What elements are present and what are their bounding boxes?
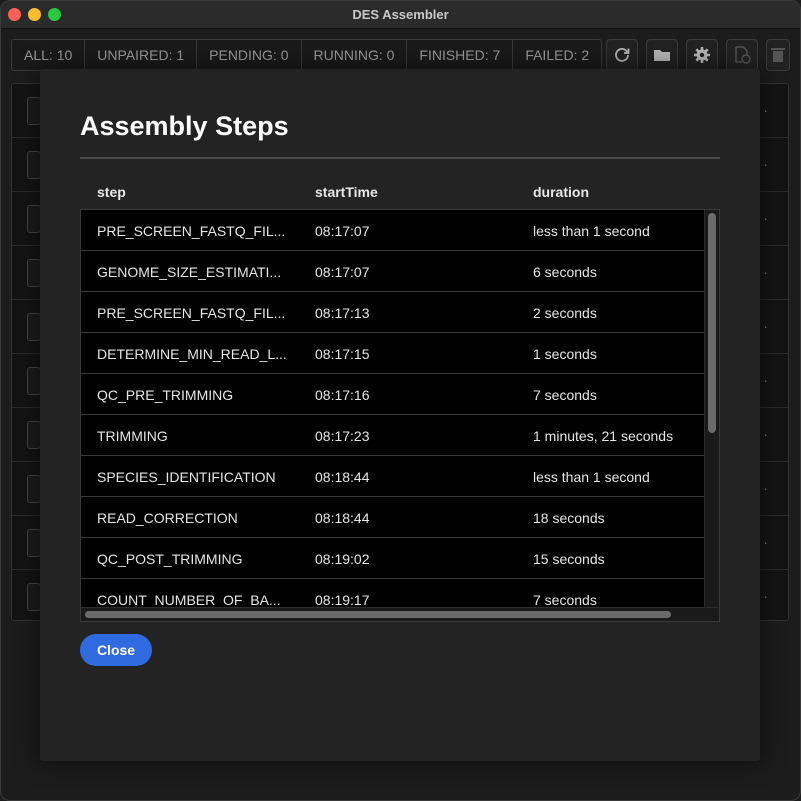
cell-duration: less than 1 second xyxy=(533,223,650,239)
folder-icon xyxy=(654,50,670,61)
cell-step: SPECIES_IDENTIFICATION xyxy=(97,469,276,485)
more-icon[interactable]: · xyxy=(763,264,768,280)
cell-step: COUNT_NUMBER_OF_BA... xyxy=(97,592,281,608)
cell-step: QC_PRE_TRIMMING xyxy=(97,387,234,403)
status-filter-bar: ALL: 10 UNPAIRED: 1 PENDING: 0 RUNNING: … xyxy=(11,39,603,71)
row-checkbox[interactable] xyxy=(27,205,41,233)
cell-step: DETERMINE_MIN_READ_L... xyxy=(97,346,287,362)
table-row[interactable]: PRE_SCREEN_FASTQ_FIL... 08:17:13 2 secon… xyxy=(81,292,704,333)
refresh-icon xyxy=(615,48,630,62)
assembly-steps-dialog: Assembly Steps step startTime duration P… xyxy=(40,69,760,761)
more-icon[interactable]: · xyxy=(763,372,768,388)
cell-start-time: 08:17:16 xyxy=(315,387,370,403)
cell-duration: 15 seconds xyxy=(533,551,605,567)
row-checkbox[interactable] xyxy=(27,151,41,179)
column-header-duration[interactable]: duration xyxy=(533,184,589,200)
steps-table: PRE_SCREEN_FASTQ_FIL... 08:17:07 less th… xyxy=(80,209,720,622)
row-checkbox[interactable] xyxy=(27,313,41,341)
app-window: DES Assembler ALL: 10 UNPAIRED: 1 PENDIN… xyxy=(0,0,801,801)
more-icon[interactable]: · xyxy=(763,534,768,550)
dialog-title: Assembly Steps xyxy=(80,111,289,141)
row-checkbox[interactable] xyxy=(27,421,41,449)
cell-step: PRE_SCREEN_FASTQ_FIL... xyxy=(97,223,286,239)
more-icon[interactable]: · xyxy=(763,318,768,334)
filter-finished[interactable]: FINISHED: 7 xyxy=(407,40,514,70)
filter-all[interactable]: ALL: 10 xyxy=(12,40,86,70)
vertical-scrollbar[interactable] xyxy=(704,210,719,607)
cell-start-time: 08:17:07 xyxy=(315,223,370,239)
table-row[interactable]: PRE_SCREEN_FASTQ_FIL... 08:17:07 less th… xyxy=(81,210,704,251)
row-checkbox[interactable] xyxy=(27,367,41,395)
more-icon[interactable]: · xyxy=(763,210,768,226)
more-icon[interactable]: · xyxy=(763,588,768,604)
title-bar: DES Assembler xyxy=(1,1,800,29)
window-title: DES Assembler xyxy=(352,7,449,22)
cell-duration: 7 seconds xyxy=(533,387,597,403)
cell-duration: 18 seconds xyxy=(533,510,605,526)
delete-button[interactable] xyxy=(766,39,790,71)
table-row[interactable]: READ_CORRECTION 08:18:44 18 seconds xyxy=(81,497,704,538)
cell-duration: less than 1 second xyxy=(533,469,650,485)
table-row[interactable]: DETERMINE_MIN_READ_L... 08:17:15 1 secon… xyxy=(81,333,704,374)
trash-icon xyxy=(771,48,785,62)
cell-start-time: 08:17:23 xyxy=(315,428,370,444)
more-icon[interactable]: · xyxy=(763,102,768,118)
cell-start-time: 08:17:13 xyxy=(315,305,370,321)
cell-duration: 1 seconds xyxy=(533,346,597,362)
table-row[interactable]: SPECIES_IDENTIFICATION 08:18:44 less tha… xyxy=(81,456,704,497)
cell-step: TRIMMING xyxy=(97,428,168,444)
cell-duration: 2 seconds xyxy=(533,305,597,321)
table-row[interactable]: GENOME_SIZE_ESTIMATI... 08:17:07 6 secon… xyxy=(81,251,704,292)
cell-start-time: 08:19:17 xyxy=(315,592,370,608)
table-row[interactable]: QC_POST_TRIMMING 08:19:02 15 seconds xyxy=(81,538,704,579)
open-folder-button[interactable] xyxy=(646,39,678,71)
table-row[interactable]: QC_PRE_TRIMMING 08:17:16 7 seconds xyxy=(81,374,704,415)
row-checkbox[interactable] xyxy=(27,97,41,125)
cell-start-time: 08:17:07 xyxy=(315,264,370,280)
row-checkbox[interactable] xyxy=(27,583,41,611)
row-checkbox[interactable] xyxy=(27,475,41,503)
column-header-step[interactable]: step xyxy=(97,184,126,200)
horizontal-scrollbar[interactable] xyxy=(81,607,719,621)
cell-duration: 1 minutes, 21 seconds xyxy=(533,428,674,444)
row-checkbox[interactable] xyxy=(27,529,41,557)
vertical-scroll-thumb[interactable] xyxy=(708,213,716,433)
cell-start-time: 08:18:44 xyxy=(315,510,370,526)
filter-unpaired[interactable]: UNPAIRED: 1 xyxy=(85,40,198,70)
gear-icon xyxy=(694,47,710,63)
cell-start-time: 08:17:15 xyxy=(315,346,370,362)
settings-button[interactable] xyxy=(686,39,718,71)
horizontal-scroll-thumb[interactable] xyxy=(85,611,671,618)
cell-step: READ_CORRECTION xyxy=(97,510,238,526)
cell-start-time: 08:19:02 xyxy=(315,551,370,567)
divider xyxy=(80,157,720,159)
cell-step: PRE_SCREEN_FASTQ_FIL... xyxy=(97,305,286,321)
refresh-button[interactable] xyxy=(606,39,638,71)
close-button[interactable]: Close xyxy=(80,634,152,666)
add-file-button[interactable] xyxy=(726,39,758,71)
filter-failed[interactable]: FAILED: 2 xyxy=(513,40,601,70)
more-icon[interactable]: · xyxy=(763,426,768,442)
add-file-icon xyxy=(735,46,751,64)
table-row[interactable]: TRIMMING 08:17:23 1 minutes, 21 seconds xyxy=(81,415,704,456)
cell-duration: 7 seconds xyxy=(533,592,597,608)
cell-step: GENOME_SIZE_ESTIMATI... xyxy=(97,264,282,280)
filter-running[interactable]: RUNNING: 0 xyxy=(302,40,408,70)
cell-duration: 6 seconds xyxy=(533,264,597,280)
filter-pending[interactable]: PENDING: 0 xyxy=(197,40,302,70)
cell-start-time: 08:18:44 xyxy=(315,469,370,485)
cell-step: QC_POST_TRIMMING xyxy=(97,551,243,567)
row-checkbox[interactable] xyxy=(27,259,41,287)
more-icon[interactable]: · xyxy=(763,156,768,172)
more-icon[interactable]: · xyxy=(763,480,768,496)
column-header-start-time[interactable]: startTime xyxy=(315,184,378,200)
